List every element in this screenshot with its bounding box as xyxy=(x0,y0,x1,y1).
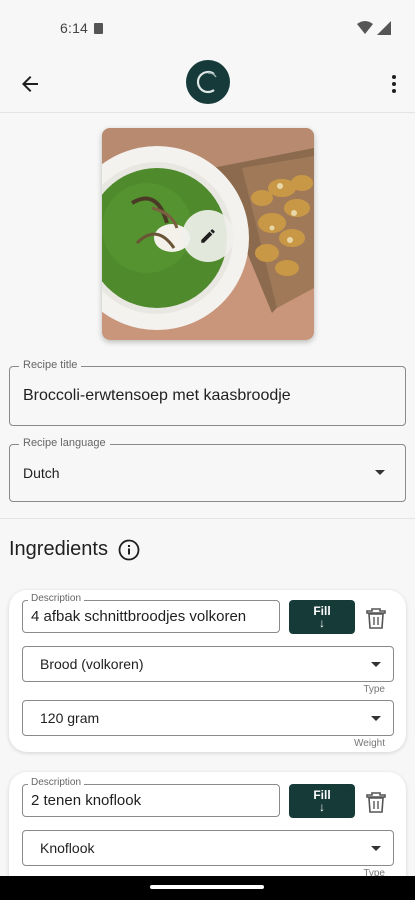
wifi-icon xyxy=(357,21,373,34)
dropdown-arrow-icon xyxy=(371,846,381,851)
pencil-icon xyxy=(201,229,215,243)
signal-icon xyxy=(377,21,391,35)
recipe-title-label: Recipe title xyxy=(19,359,82,371)
ingredient-description-value: 4 afbak schnittbroodjes volkoren xyxy=(31,608,247,625)
more-options-icon[interactable] xyxy=(391,74,397,94)
ingredients-title: Ingredients xyxy=(9,538,108,560)
recipe-title-field[interactable]: Recipe title Broccoli-erwtensoep met kaa… xyxy=(9,359,406,426)
ingredient-card: Description 2 tenen knoflook Fill ↓ Knof… xyxy=(9,772,406,892)
ingredients-heading: Ingredients xyxy=(9,538,140,561)
ingredient-description-label: Description xyxy=(28,777,85,788)
recipe-language-value: Dutch xyxy=(23,465,60,481)
trash-icon[interactable] xyxy=(366,791,386,813)
logo-mark-icon xyxy=(196,70,217,94)
dropdown-arrow-icon xyxy=(375,470,385,475)
ingredient-type-select[interactable]: Knoflook xyxy=(22,830,394,866)
section-divider xyxy=(0,518,415,519)
ingredient-type-value: Brood (volkoren) xyxy=(40,656,144,672)
ingredient-card: Description 4 afbak schnittbroodjes volk… xyxy=(9,590,406,752)
ingredient-description-label: Description xyxy=(28,593,85,604)
info-icon[interactable] xyxy=(118,539,140,561)
system-navigation-bar xyxy=(0,876,415,900)
fill-button[interactable]: Fill ↓ xyxy=(289,784,355,818)
app-bar xyxy=(0,56,415,112)
edit-photo-button[interactable] xyxy=(182,210,234,262)
dropdown-arrow-icon xyxy=(371,716,381,721)
status-icons xyxy=(357,21,391,35)
ingredient-weight-value: 120 gram xyxy=(40,710,100,726)
recipe-language-label: Recipe language xyxy=(19,437,110,449)
arrow-down-icon: ↓ xyxy=(319,800,325,814)
type-helper-label: Type xyxy=(363,684,385,695)
status-time: 6:14 xyxy=(60,20,89,36)
sim-card-icon xyxy=(94,22,104,34)
ingredient-description-value: 2 tenen knoflook xyxy=(31,792,142,809)
fill-button[interactable]: Fill ↓ xyxy=(289,600,355,634)
recipe-language-select[interactable]: Recipe language Dutch xyxy=(9,437,406,502)
trash-icon[interactable] xyxy=(366,607,386,629)
ingredient-description-field[interactable]: Description 2 tenen knoflook xyxy=(22,777,280,817)
dropdown-arrow-icon xyxy=(371,662,381,667)
ingredient-weight-select[interactable]: 120 gram xyxy=(22,700,394,736)
weight-helper-label: Weight xyxy=(354,738,385,749)
home-gesture-handle[interactable] xyxy=(150,885,264,889)
status-bar: 6:14 xyxy=(0,0,415,56)
ingredient-type-value: Knoflook xyxy=(40,840,95,856)
app-logo xyxy=(186,60,230,104)
ingredient-description-field[interactable]: Description 4 afbak schnittbroodjes volk… xyxy=(22,593,280,633)
back-arrow-icon[interactable] xyxy=(18,72,42,96)
ingredient-type-select[interactable]: Brood (volkoren) xyxy=(22,646,394,682)
arrow-down-icon: ↓ xyxy=(319,616,325,630)
recipe-title-value: Broccoli-erwtensoep met kaasbroodje xyxy=(23,387,291,404)
appbar-divider xyxy=(0,112,415,113)
